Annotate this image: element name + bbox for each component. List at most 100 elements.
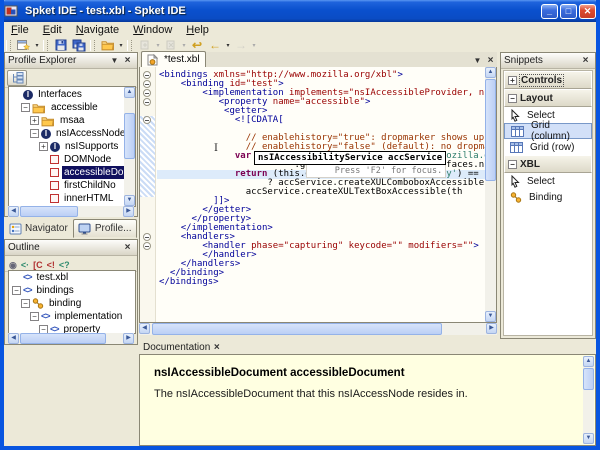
last-edit-location-button[interactable]: ↩: [188, 38, 206, 52]
save-all-button[interactable]: [70, 38, 88, 52]
expander-plus-icon[interactable]: +: [30, 116, 39, 125]
profile-item-accessibledo[interactable]: accessibleDo: [9, 166, 124, 179]
back-dropdown-icon[interactable]: ▾: [224, 42, 232, 49]
fold-collapse-icon[interactable]: [143, 116, 151, 124]
xml-icon: <>: [23, 271, 32, 284]
tree-mode-button[interactable]: [7, 70, 27, 86]
expander-minus-icon[interactable]: −: [30, 312, 39, 321]
profile-item-domnode[interactable]: DOMNode: [9, 153, 124, 166]
tree-label: bindings: [35, 284, 76, 297]
snippet-select[interactable]: Select: [504, 173, 592, 189]
expander-plus-icon[interactable]: +: [508, 76, 517, 85]
close-button[interactable]: ✕: [579, 4, 596, 19]
outline-item-binding[interactable]: −binding: [9, 297, 135, 310]
expander-minus-icon[interactable]: −: [21, 299, 30, 308]
close-icon[interactable]: ×: [210, 342, 223, 354]
close-icon[interactable]: ×: [579, 55, 592, 67]
profile-tree-hscrollbar[interactable]: ◀ ▶: [8, 206, 134, 217]
doc-vscrollbar[interactable]: ▲ ▼: [583, 356, 594, 444]
view-tab-profile[interactable]: Profile...: [73, 219, 137, 238]
outline-item-bindings[interactable]: −<>bindings: [9, 284, 135, 297]
view-tab-navigator[interactable]: Navigator: [4, 219, 73, 238]
snippet-label: Binding: [529, 192, 562, 203]
fold-collapse-icon[interactable]: [143, 98, 151, 106]
open-resource-dropdown-icon[interactable]: ▾: [117, 42, 125, 49]
tree-label: test.xbl: [35, 271, 71, 284]
expander-minus-icon[interactable]: −: [30, 129, 39, 138]
doc-heading: nsIAccessibleDocument accessibleDocument: [154, 367, 569, 379]
expander-minus-icon[interactable]: −: [508, 94, 517, 103]
fold-collapse-icon[interactable]: [143, 71, 151, 79]
profile-item-accessible[interactable]: −accessible: [9, 101, 124, 114]
back-button[interactable]: ←: [206, 38, 224, 52]
menu-window[interactable]: Window: [126, 23, 179, 37]
section-label: Layout: [520, 93, 553, 104]
documentation-header: Documentation ×: [139, 341, 596, 354]
editor-vscrollbar[interactable]: ▲ ▼: [485, 67, 496, 322]
profile-item-firstchildno[interactable]: firstChildNo: [9, 179, 124, 192]
snippet-label: Grid (row): [530, 142, 574, 153]
hover-tooltip: nsIAccessibilityService accService Press…: [254, 151, 446, 178]
profile-item-msaa[interactable]: +msaa: [9, 114, 124, 127]
open-resource-button[interactable]: [99, 38, 117, 52]
snippet-grid-column[interactable]: Grid (column): [504, 123, 592, 139]
interface-icon: I: [50, 142, 60, 152]
expander-minus-icon[interactable]: −: [508, 160, 517, 169]
editor-area: *test.xbl ▼ × <bindings xmlns="http://ww…: [139, 52, 497, 341]
menu-navigate[interactable]: Navigate: [69, 23, 126, 37]
editor-content[interactable]: <bindings xmlns="http://www.mozilla.org/…: [139, 67, 497, 323]
minimize-button[interactable]: _: [541, 4, 558, 19]
tooltip-title: nsIAccessibilityService accService: [254, 151, 446, 165]
new-wizard-dropdown-icon[interactable]: ▾: [33, 42, 41, 49]
profile-explorer-panel: Profile Explorer ▼ × IInterfaces−accessi…: [4, 52, 138, 217]
code-area[interactable]: <bindings xmlns="http://www.mozilla.org/…: [157, 67, 485, 322]
editor-close-icon[interactable]: ×: [484, 55, 497, 67]
close-icon[interactable]: ×: [121, 55, 134, 67]
cursor-icon: [510, 175, 520, 188]
outline-hscrollbar[interactable]: ◀ ▶: [8, 333, 134, 344]
menu-file[interactable]: File: [4, 23, 36, 37]
binding-icon: [32, 298, 44, 309]
toolbar-grip: [43, 40, 48, 51]
profile-item-innerhtml[interactable]: innerHTML: [9, 192, 124, 205]
expander-minus-icon[interactable]: −: [12, 286, 21, 295]
menu-help[interactable]: Help: [179, 23, 216, 37]
profile-item-nsiaccessnode[interactable]: −InsIAccessNode: [9, 127, 124, 140]
property-icon: [50, 168, 59, 177]
profile-item-nsisupports[interactable]: +InsISupports: [9, 140, 124, 153]
profile-item-interfaces[interactable]: IInterfaces: [9, 88, 124, 101]
outline-item-implementation[interactable]: −<>implementation: [9, 310, 135, 323]
editor-menu-icon[interactable]: ▼: [471, 55, 484, 67]
fold-collapse-icon[interactable]: [143, 80, 151, 88]
forward-button: →: [232, 38, 250, 52]
profile-tree-vscrollbar[interactable]: ▲ ▼: [124, 87, 135, 206]
snippets-section-controls[interactable]: +Controls: [504, 71, 592, 89]
disabled-tool-1-dropdown-icon: ▾: [154, 42, 162, 49]
profile-explorer-tree: IInterfaces−accessible+msaa−InsIAccessNo…: [8, 86, 136, 207]
app-window: Spket IDE - test.xbl - Spket IDE _ □ ✕ F…: [0, 0, 600, 450]
snippets-section-xbl[interactable]: −XBL: [504, 155, 592, 173]
editor-hscrollbar[interactable]: ◀ ▶: [139, 323, 497, 335]
snippet-label: Grid (column): [531, 120, 588, 142]
close-icon[interactable]: ×: [121, 242, 134, 254]
fold-collapse-icon[interactable]: [143, 242, 151, 250]
fold-collapse-icon[interactable]: [143, 233, 151, 241]
editor-tab-test-xbl[interactable]: *test.xbl: [141, 51, 206, 67]
new-wizard-button[interactable]: [15, 38, 33, 52]
snippets-section-layout[interactable]: −Layout: [504, 89, 592, 107]
folder-icon: [32, 102, 46, 114]
fold-collapse-icon[interactable]: [143, 89, 151, 97]
save-button[interactable]: [52, 38, 70, 52]
expander-minus-icon[interactable]: −: [21, 103, 30, 112]
expander-plus-icon[interactable]: +: [39, 142, 48, 151]
tree-label: Interfaces: [36, 88, 84, 101]
tree-label: accessibleDo: [62, 166, 124, 179]
toolbar-grip: [127, 40, 132, 51]
tree-label: nsISupports: [63, 140, 120, 153]
title-bar: Spket IDE - test.xbl - Spket IDE _ □ ✕: [0, 0, 600, 22]
view-menu-icon[interactable]: ▼: [108, 55, 121, 67]
snippet-binding[interactable]: Binding: [504, 189, 592, 205]
outline-item-test-xbl[interactable]: <>test.xbl: [9, 271, 135, 284]
maximize-button[interactable]: □: [560, 4, 577, 19]
menu-edit[interactable]: Edit: [36, 23, 69, 37]
